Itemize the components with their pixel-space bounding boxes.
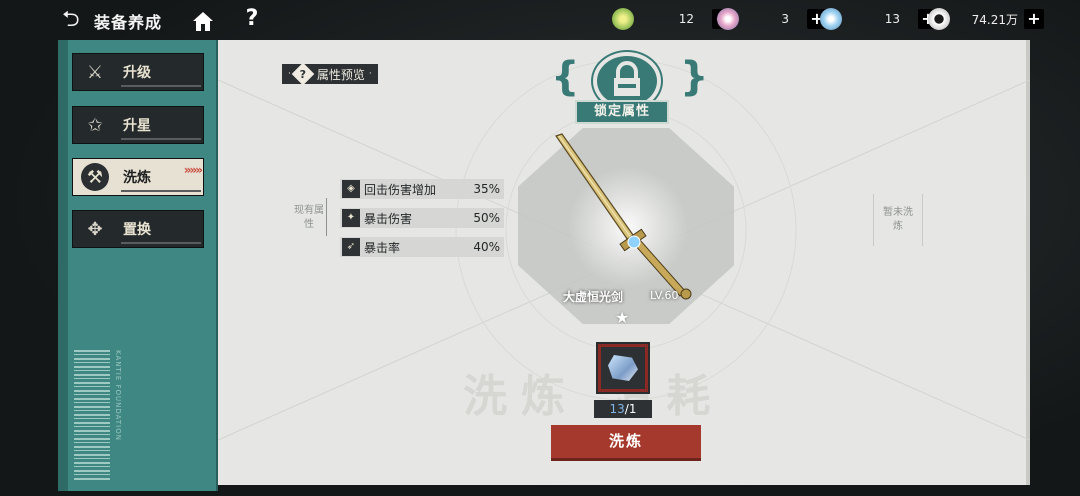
sidebar-item-subline (121, 190, 201, 192)
sidebar-item-label: 洗炼 (123, 170, 151, 186)
resource-green: 12 + (612, 8, 732, 30)
attribute-row: ◈ 回击伤害增加 35% (340, 179, 504, 199)
crossed-swords-icon: ⚔ (86, 61, 104, 83)
help-button[interactable]: ? (242, 6, 262, 34)
left-brace-decoration: { (551, 54, 580, 100)
active-arrows-icon: »»» (183, 163, 203, 177)
attribute-preview-button[interactable]: · ? 属性预览 · (282, 62, 378, 86)
crit-damage-icon: ✦ (342, 209, 360, 227)
material-required: /1 (624, 402, 637, 416)
game-screen: ⮌ 装备养成 ? 12 + 3 + 13 + 74.21万 + (0, 0, 1080, 496)
attribute-value: 35% (473, 182, 500, 196)
sidebar-item-label: 置换 (123, 222, 151, 238)
swap-icon: ✥ (87, 218, 103, 240)
question-icon: ? (291, 62, 315, 86)
right-brace-decoration: } (680, 54, 709, 100)
blue-crystal-icon (820, 8, 842, 30)
barcode-decoration (74, 350, 110, 482)
item-name: 大虚恒光剑 (563, 290, 624, 304)
top-bar: ⮌ 装备养成 ? 12 + 3 + 13 + 74.21万 + (0, 0, 1080, 40)
sidebar: ⚔ 升级 ✩ 升星 ⚒ 洗炼 »»» ✥ 置换 KANTIE FOUNDATIO… (58, 40, 218, 491)
attribute-name: 回击伤害增加 (364, 182, 437, 197)
preview-label: 属性预览 (316, 67, 365, 82)
material-owned: 13 (609, 402, 625, 416)
sidebar-item-upgrade[interactable]: ⚔ 升级 (72, 53, 204, 91)
silver-coin-icon (928, 8, 950, 30)
add-resource-button[interactable]: + (1024, 9, 1044, 29)
resource-value: 13 (884, 12, 900, 26)
refine-panel: 洗炼 消耗 · ? 属性预览 · { } 锁定属性 大虚恒光剑 LV.60 ★ … (218, 40, 1030, 485)
divider (326, 198, 327, 236)
sidebar-item-subline (121, 85, 201, 87)
item-level: LV.60 (650, 289, 679, 302)
page-title: 装备养成 (94, 13, 163, 32)
attribute-name: 暴击率 (364, 240, 401, 255)
resource-value: 74.21万 (971, 12, 1018, 27)
pink-orb-icon (717, 8, 739, 30)
future-attributes-label: 暂未洗炼 (883, 207, 913, 232)
sidebar-strip (58, 40, 68, 491)
sidebar-item-label: 升级 (123, 65, 151, 81)
attribute-row: ➶ 暴击率 40% (340, 237, 504, 257)
current-attributes-label: 现有属性 (294, 205, 324, 230)
resource-value: 3 (781, 12, 789, 26)
refine-hammer-icon: ⚒ (81, 163, 109, 191)
home-icon[interactable] (190, 8, 216, 34)
green-coin-icon (612, 8, 634, 30)
refine-crystal-icon (608, 355, 638, 381)
sidebar-item-subline (121, 138, 201, 140)
counter-attack-icon: ◈ (342, 180, 360, 198)
refine-button[interactable]: 洗炼 (551, 425, 701, 461)
star-icon: ✩ (87, 114, 103, 136)
sidebar-item-label: 升星 (123, 118, 151, 134)
sidebar-item-refine[interactable]: ⚒ 洗炼 »»» (72, 158, 204, 196)
material-frame (601, 347, 645, 389)
attribute-value: 40% (473, 240, 500, 254)
sidebar-item-swap[interactable]: ✥ 置换 (72, 210, 204, 248)
sidebar-item-star-up[interactable]: ✩ 升星 (72, 106, 204, 144)
sword-image (555, 133, 692, 300)
attribute-name: 暴击伤害 (364, 211, 413, 226)
attribute-value: 50% (473, 211, 500, 225)
resource-pink: 3 + (717, 8, 827, 30)
vertical-brand-text: KANTIE FOUNDATION (114, 350, 122, 441)
lock-attribute-button[interactable]: 锁定属性 (575, 100, 669, 124)
back-arrow-icon[interactable]: ⮌ (62, 8, 90, 32)
crit-rate-icon: ➶ (342, 238, 360, 256)
resource-blue: 13 + (820, 8, 938, 30)
star-rating-icon: ★ (615, 308, 630, 327)
resource-value: 12 (678, 12, 694, 26)
attribute-row: ✦ 暴击伤害 50% (340, 208, 504, 228)
material-slot[interactable] (596, 342, 650, 394)
material-count: 13/1 (594, 400, 652, 418)
sidebar-item-subline (121, 242, 201, 244)
resource-silver: 74.21万 + (928, 8, 1044, 30)
